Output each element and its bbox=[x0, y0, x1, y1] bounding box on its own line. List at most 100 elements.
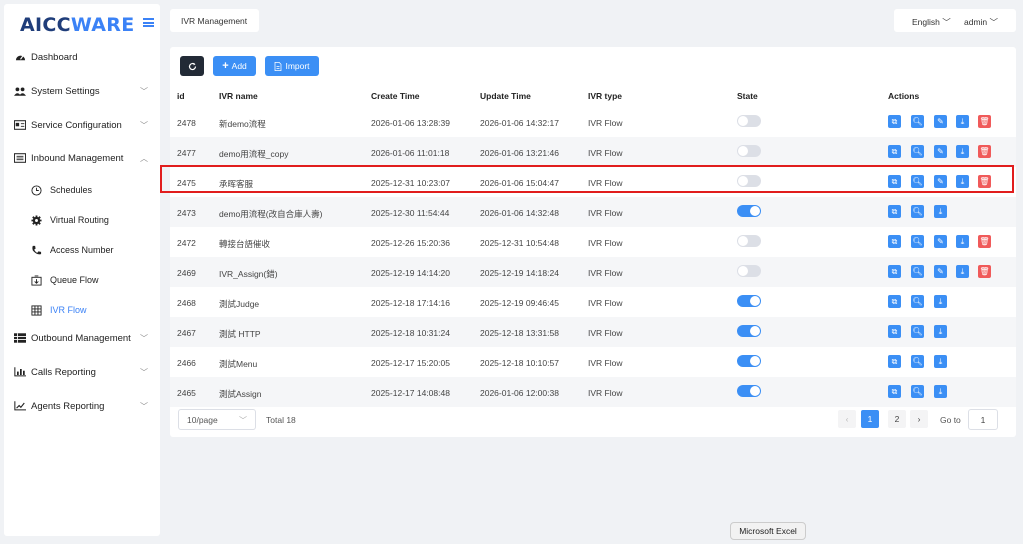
prev-page-button[interactable]: ‹ bbox=[838, 410, 856, 428]
copy-button[interactable]: ⧉ bbox=[888, 115, 901, 128]
edit-button[interactable]: ✎ bbox=[934, 115, 947, 128]
state-toggle[interactable] bbox=[737, 115, 761, 127]
cell-id: 2467 bbox=[177, 328, 196, 338]
copy-button[interactable]: ⧉ bbox=[888, 385, 901, 398]
column-header-id[interactable]: id bbox=[177, 91, 185, 101]
copy-button[interactable]: ⧉ bbox=[888, 205, 901, 218]
table-row[interactable]: 2466 測試Menu 2025-12-17 15:20:05 2025-12-18 … bbox=[170, 347, 1016, 377]
column-header-update-time[interactable]: Update Time bbox=[480, 91, 531, 101]
sidebar-item-label: Calls Reporting bbox=[31, 366, 96, 378]
edit-button[interactable]: ✎ bbox=[934, 265, 947, 278]
copy-button[interactable]: ⧉ bbox=[888, 295, 901, 308]
table-row[interactable]: 2472 轉接台語催收 2025-12-26 15:20:36 2025-12-31 … bbox=[170, 227, 1016, 257]
table-row[interactable]: 2469 IVR_Assign(錯) 2025-12-19 14:14:20 2025… bbox=[170, 257, 1016, 287]
view-button[interactable]: 🔍︎ bbox=[911, 205, 924, 218]
tab-ivr-management[interactable]: IVR Management bbox=[170, 9, 259, 32]
chevron-up-icon: ︿ bbox=[140, 153, 148, 163]
view-button[interactable]: 🔍︎ bbox=[911, 355, 924, 368]
document-icon bbox=[275, 61, 282, 71]
sidebar-item-outbound-management[interactable]: Outbound Management ﹀ bbox=[4, 325, 160, 351]
sidebar-item-agents-reporting[interactable]: Agents Reporting ﹀ bbox=[4, 393, 160, 419]
view-button[interactable]: 🔍︎ bbox=[911, 145, 924, 158]
view-button[interactable]: 🔍︎ bbox=[911, 325, 924, 338]
copy-button[interactable]: ⧉ bbox=[888, 355, 901, 368]
copy-icon: ⧉ bbox=[891, 206, 898, 216]
sidebar-item-dashboard[interactable]: Dashboard bbox=[4, 44, 160, 70]
state-toggle[interactable] bbox=[737, 145, 761, 157]
table-row[interactable]: 2465 測試Assign 2025-12-17 14:08:48 2026-01-0… bbox=[170, 377, 1016, 407]
download-button[interactable]: ⤓ bbox=[934, 295, 947, 308]
download-button[interactable]: ⤓ bbox=[956, 265, 969, 278]
next-page-button[interactable]: › bbox=[910, 410, 928, 428]
download-button[interactable]: ⤓ bbox=[956, 145, 969, 158]
table-row[interactable]: 2478 新demo流程 2026-01-06 13:28:39 2026-01-06… bbox=[170, 107, 1016, 137]
table-row[interactable]: 2467 測試 HTTP 2025-12-18 10:31:24 2025-12-18… bbox=[170, 317, 1016, 347]
state-toggle[interactable] bbox=[737, 235, 761, 247]
sidebar-subitem-label: IVR Flow bbox=[50, 305, 87, 315]
copy-button[interactable]: ⧉ bbox=[888, 325, 901, 338]
page-2-button[interactable]: 2 bbox=[888, 410, 906, 428]
table-row[interactable]: 2468 測試Judge 2025-12-18 17:14:16 2025-12-19… bbox=[170, 287, 1016, 317]
add-button[interactable]: + Add bbox=[213, 56, 256, 76]
download-button[interactable]: ⤓ bbox=[956, 115, 969, 128]
state-toggle[interactable] bbox=[737, 385, 761, 397]
pencil-icon: ✎ bbox=[937, 117, 944, 126]
sidebar-subitem-access-number[interactable]: Access Number bbox=[4, 237, 160, 263]
sidebar-subitem-ivr-flow[interactable]: IVR Flow bbox=[4, 297, 160, 323]
user-menu[interactable]: admin ﹀ bbox=[964, 16, 998, 28]
language-selector[interactable]: English ﹀ bbox=[912, 16, 951, 28]
card-icon bbox=[14, 119, 26, 131]
sidebar-item-inbound-management[interactable]: Inbound Management ︿ bbox=[4, 145, 160, 171]
cell-ivr-type: IVR Flow bbox=[588, 118, 623, 128]
sidebar-subitem-schedules[interactable]: Schedules bbox=[4, 177, 160, 203]
download-button[interactable]: ⤓ bbox=[934, 385, 947, 398]
sidebar-item-service-configuration[interactable]: Service Configuration ﹀ bbox=[4, 112, 160, 138]
download-button[interactable]: ⤓ bbox=[934, 355, 947, 368]
page-1-button[interactable]: 1 bbox=[861, 410, 879, 428]
menu-collapse-icon[interactable] bbox=[143, 18, 154, 27]
refresh-button[interactable] bbox=[180, 56, 204, 76]
column-header-create-time[interactable]: Create Time bbox=[371, 91, 420, 101]
copy-button[interactable]: ⧉ bbox=[888, 235, 901, 248]
edit-button[interactable]: ✎ bbox=[934, 235, 947, 248]
view-button[interactable]: 🔍︎ bbox=[911, 115, 924, 128]
view-button[interactable]: 🔍︎ bbox=[911, 385, 924, 398]
view-button[interactable]: 🔍︎ bbox=[911, 235, 924, 248]
state-toggle[interactable] bbox=[737, 265, 761, 277]
table-row[interactable]: 2473 demo用流程(改自合庫人壽) 2025-12-30 11:54:44 20… bbox=[170, 197, 1016, 227]
column-header-ivr-type[interactable]: IVR type bbox=[588, 91, 622, 101]
state-toggle[interactable] bbox=[737, 295, 761, 307]
column-header-state[interactable]: State bbox=[737, 91, 758, 101]
cell-create-time: 2025-12-26 15:20:36 bbox=[371, 238, 450, 248]
toggle-knob bbox=[750, 326, 760, 336]
sidebar-item-calls-reporting[interactable]: Calls Reporting ﹀ bbox=[4, 359, 160, 385]
state-toggle[interactable] bbox=[737, 325, 761, 337]
phone-icon bbox=[30, 244, 42, 256]
view-button[interactable]: 🔍︎ bbox=[911, 265, 924, 278]
download-button[interactable]: ⤓ bbox=[934, 325, 947, 338]
sidebar-subitem-queue-flow[interactable]: Queue Flow bbox=[4, 267, 160, 293]
import-button[interactable]: Import bbox=[265, 56, 319, 76]
delete-button[interactable]: 🗑︎ bbox=[978, 235, 991, 248]
goto-page-input[interactable]: 1 bbox=[968, 409, 998, 430]
table-row[interactable]: 2477 demo用流程_copy 2026-01-06 11:01:18 2026-… bbox=[170, 137, 1016, 167]
delete-button[interactable]: 🗑︎ bbox=[978, 145, 991, 158]
delete-button[interactable]: 🗑︎ bbox=[978, 265, 991, 278]
download-icon: ⤓ bbox=[938, 206, 943, 216]
cell-create-time: 2026-01-06 11:01:18 bbox=[371, 148, 450, 158]
download-button[interactable]: ⤓ bbox=[956, 235, 969, 248]
state-toggle[interactable] bbox=[737, 205, 761, 217]
download-button[interactable]: ⤓ bbox=[934, 205, 947, 218]
sidebar-item-system-settings[interactable]: System Settings ﹀ bbox=[4, 78, 160, 104]
queue-icon bbox=[30, 274, 42, 286]
page-size-select[interactable]: 10/page ﹀ bbox=[178, 409, 256, 430]
sidebar-subitem-virtual-routing[interactable]: Virtual Routing bbox=[4, 207, 160, 233]
copy-button[interactable]: ⧉ bbox=[888, 145, 901, 158]
app-logo[interactable]: AICCWARE bbox=[20, 14, 135, 36]
view-button[interactable]: 🔍︎ bbox=[911, 295, 924, 308]
column-header-ivr-name[interactable]: IVR name bbox=[219, 91, 258, 101]
state-toggle[interactable] bbox=[737, 355, 761, 367]
delete-button[interactable]: 🗑︎ bbox=[978, 115, 991, 128]
copy-button[interactable]: ⧉ bbox=[888, 265, 901, 278]
edit-button[interactable]: ✎ bbox=[934, 145, 947, 158]
